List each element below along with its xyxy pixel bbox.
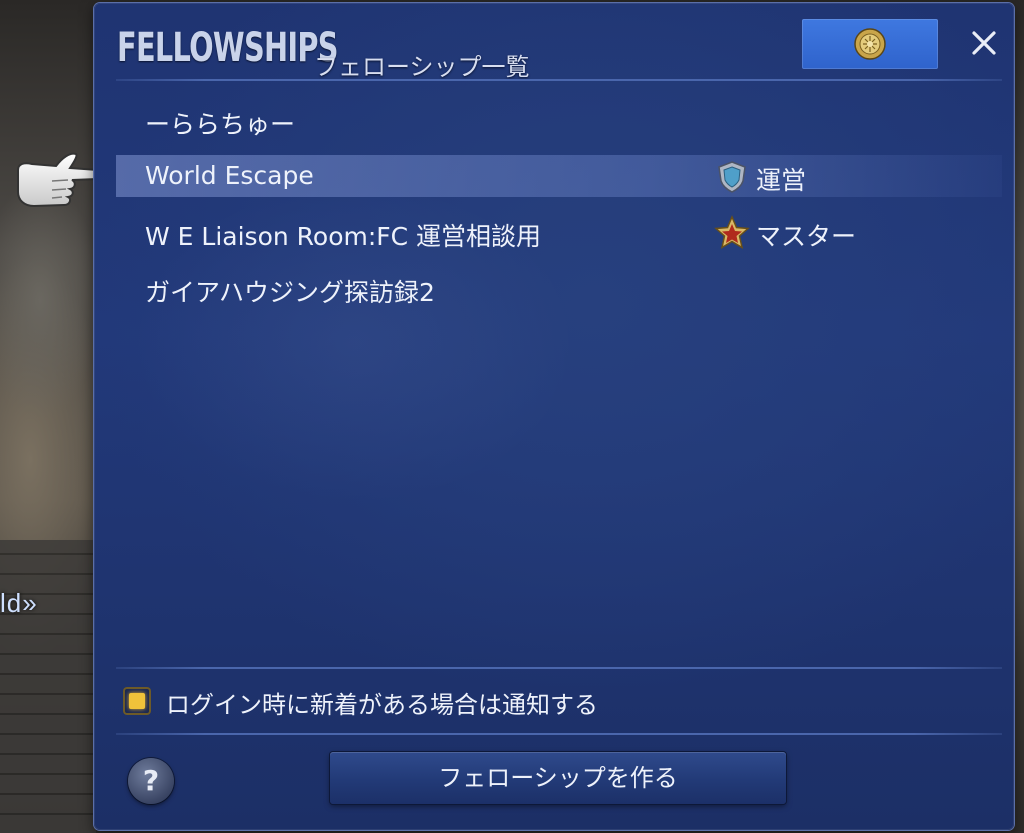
stone-wall	[0, 540, 96, 833]
title-divider	[116, 79, 1002, 81]
list-divider	[116, 667, 1002, 669]
fellowship-name: ーららちゅー	[145, 110, 296, 139]
fellowship-name: World Escape	[145, 161, 314, 190]
notify-checkbox[interactable]	[123, 687, 151, 715]
pointing-hand-cursor-icon	[17, 152, 104, 208]
create-fellowship-button[interactable]: フェローシップを作る	[330, 752, 786, 804]
window-subtitle: フェローシップ一覧	[314, 53, 530, 81]
background-partial-text: ld»	[0, 588, 38, 618]
star-rank-icon	[714, 215, 750, 250]
fellowship-row-selected[interactable]: World Escape 運営	[116, 155, 1002, 197]
fellowship-row[interactable]: ガイアハウジング探訪録2	[116, 267, 1002, 309]
fellowship-emblem-icon	[854, 28, 886, 60]
close-icon[interactable]	[968, 27, 1000, 59]
fellowship-row[interactable]: W E Liaison Room:FC 運営相談用 マスター	[116, 211, 1002, 253]
footer-divider	[116, 733, 1002, 735]
window-title: FELLOWSHIPS	[117, 25, 338, 71]
fellowship-name: W E Liaison Room:FC 運営相談用	[145, 222, 542, 251]
notify-checkbox-label: ログイン時に新着がある場合は通知する	[166, 691, 598, 719]
role-label: マスター	[756, 222, 857, 251]
fellowship-name: ガイアハウジング探訪録2	[145, 278, 435, 307]
fellowships-window: FELLOWSHIPS フェローシップ一覧 ーららちゅー World Escap…	[94, 3, 1014, 830]
checkbox-checked-mark	[129, 693, 145, 709]
fellowship-row[interactable]: ーららちゅー	[116, 99, 1002, 141]
help-button[interactable]: ?	[128, 758, 174, 804]
fellowship-emblem-button[interactable]	[802, 19, 938, 69]
role-label: 運営	[756, 166, 807, 195]
shield-rank-icon	[718, 161, 746, 193]
